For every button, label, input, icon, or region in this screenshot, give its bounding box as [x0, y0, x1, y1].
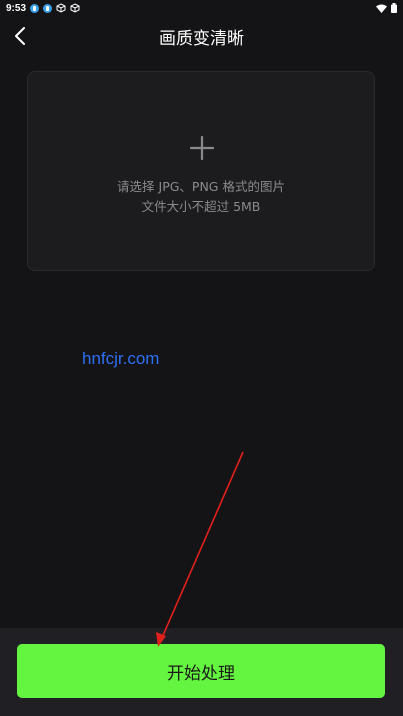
status-bar: 9:53 — [0, 0, 403, 16]
box-icon — [56, 3, 66, 13]
status-time: 9:53 — [6, 2, 27, 14]
plus-icon — [190, 136, 214, 160]
upload-card[interactable]: 请选择 JPG、PNG 格式的图片 文件大小不超过 5MB — [27, 71, 375, 271]
upload-hint: 请选择 JPG、PNG 格式的图片 文件大小不超过 5MB — [28, 177, 374, 217]
header: 画质变清晰 — [0, 16, 403, 56]
status-right — [376, 3, 397, 13]
bottom-bar: 开始处理 — [0, 628, 403, 716]
start-processing-button[interactable]: 开始处理 — [17, 644, 385, 698]
upload-hint-format: 请选择 JPG、PNG 格式的图片 — [117, 179, 285, 194]
status-left: 9:53 — [6, 3, 80, 14]
download-notification-icon — [43, 3, 53, 13]
page-title: 画质变清晰 — [159, 29, 244, 49]
annotation-arrow-line — [160, 451, 244, 641]
upload-hint-size: 文件大小不超过 5MB — [141, 199, 261, 214]
screen: 9:53 画质变清晰 请选择 JPG、PNG 格式的图片 文件大小不超过 5MB… — [0, 0, 403, 716]
battery-icon — [391, 3, 397, 13]
download-notification-icon — [30, 3, 40, 13]
wifi-icon — [376, 4, 387, 13]
box-icon — [70, 3, 80, 13]
watermark-text: hnfcjr.com — [82, 349, 160, 368]
